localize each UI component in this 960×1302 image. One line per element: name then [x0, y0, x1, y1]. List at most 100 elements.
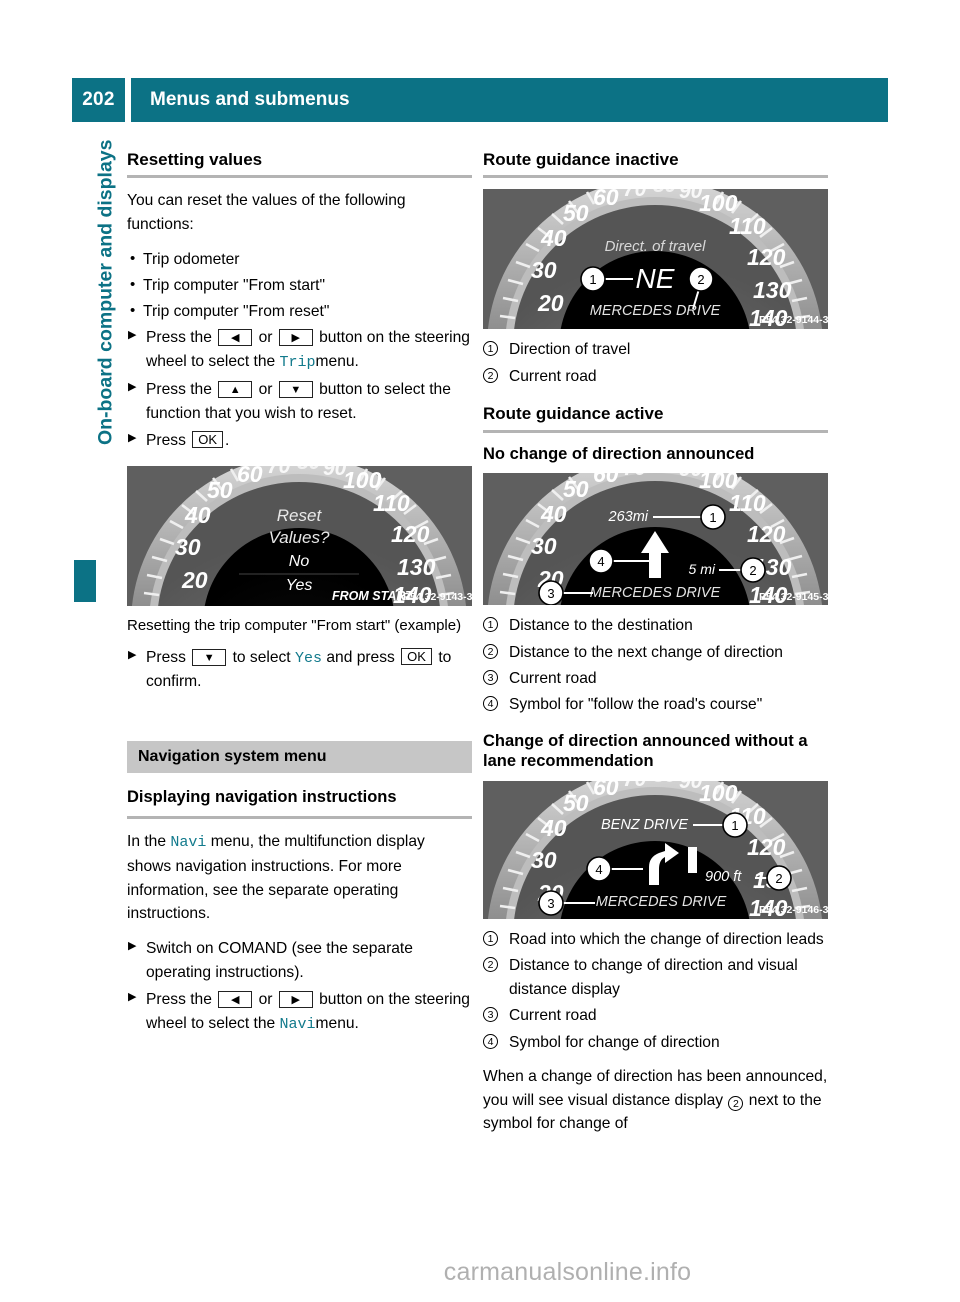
figure-callout-1: 1 — [589, 272, 596, 287]
svg-text:80: 80 — [653, 781, 677, 787]
step-text: . — [225, 431, 230, 449]
svg-text:30: 30 — [531, 257, 557, 283]
svg-text:50: 50 — [563, 476, 589, 502]
section-title-route-guidance-active: Route guidance active — [483, 404, 664, 424]
callout-number: 3 — [483, 1007, 498, 1023]
figure-heading-direction-of-travel: Direct. of travel — [605, 238, 707, 255]
step-text: or — [258, 329, 273, 347]
figure-option-no: No — [289, 553, 310, 570]
svg-text:130: 130 — [397, 554, 436, 580]
legend-item: 2 Current road — [483, 365, 828, 388]
svg-text:120: 120 — [747, 834, 786, 860]
svg-text:50: 50 — [563, 200, 589, 226]
left-column: Resetting values You can reset the value… — [127, 150, 472, 1040]
divider — [483, 175, 828, 179]
watermark-text: carmanualsonline.info — [443, 1258, 692, 1286]
list-item: Trip odometer — [127, 247, 472, 272]
step-text: menu. — [315, 353, 359, 371]
confirm-steps-list: Press ▼ to select Yes and press OK to co… — [127, 646, 472, 694]
step-select-navi-menu: Press the ◀ or ▶ button on the steering … — [127, 988, 472, 1036]
figure-distance: 900 ft — [705, 869, 742, 885]
legend-text: Current road — [509, 1007, 597, 1025]
step-text: Press the — [146, 991, 212, 1009]
figure-no-change-of-direction: 2030 4050 60 70 90 100110 120130 140 263… — [483, 473, 828, 606]
figure-road-into: BENZ DRIVE — [601, 817, 688, 833]
legend-item: 3 Current road — [483, 667, 828, 690]
divider — [127, 816, 472, 820]
svg-text:70: 70 — [267, 466, 291, 478]
legend-text: Distance to the next change of direction — [509, 643, 783, 661]
figure-ref-code: P54.32-9146-31 — [759, 904, 828, 916]
svg-text:60: 60 — [593, 189, 619, 210]
svg-text:20: 20 — [181, 567, 208, 593]
figure-current-road: MERCEDES DRIVE — [596, 894, 727, 910]
svg-text:110: 110 — [729, 490, 766, 516]
step-text: Press — [146, 649, 186, 667]
legend-item: 2 Distance to change of direction and vi… — [483, 954, 828, 1001]
callout-number: 2 — [483, 643, 498, 659]
figure-callout-1: 1 — [709, 510, 716, 525]
step-text: and press — [326, 649, 395, 667]
svg-text:110: 110 — [373, 490, 410, 516]
svg-text:60: 60 — [593, 473, 619, 487]
legend-item: 1 Road into which the change of directio… — [483, 928, 828, 951]
svg-text:80: 80 — [297, 466, 321, 474]
svg-text:40: 40 — [540, 225, 567, 251]
step-switch-on-comand: Switch on COMAND (see the separate opera… — [127, 937, 472, 985]
figure-route-guidance-inactive: 2030 4050 60 70 80 90 100110 120130 140 … — [483, 189, 828, 330]
section-title-resetting-values: Resetting values — [127, 150, 263, 169]
legend-text: Road into which the change of direction … — [509, 931, 824, 948]
figure-distance-next: 5 mi — [689, 561, 716, 577]
divider — [483, 429, 828, 433]
step-press-ok: Press OK. — [127, 429, 472, 453]
step-select-function: Press the ▲ or ▼ button to select the fu… — [127, 378, 472, 426]
subsection-title-no-change-of-direction: No change of direction announced — [483, 444, 755, 463]
callout-number: 4 — [483, 1033, 498, 1049]
svg-text:70: 70 — [623, 473, 647, 480]
svg-text:30: 30 — [531, 847, 557, 873]
menu-name-navi: Navi — [170, 834, 207, 852]
gray-section-header: Navigation system menu — [127, 740, 472, 773]
legend-route-guidance-inactive: 1 Direction of travel 2 Current road — [483, 338, 828, 388]
svg-text:20: 20 — [537, 290, 564, 316]
legend-item: 4 Symbol for "follow the road's course" — [483, 693, 828, 716]
svg-text:50: 50 — [563, 790, 589, 816]
svg-text:40: 40 — [184, 502, 211, 528]
legend-no-change-of-direction: 1 Distance to the destination 2 Distance… — [483, 614, 828, 717]
step-text: Press — [146, 431, 186, 449]
svg-text:50: 50 — [207, 477, 233, 503]
navigation-steps-list: Switch on COMAND (see the separate opera… — [127, 937, 472, 1037]
right-arrow-button-icon: ▶ — [278, 991, 313, 1009]
legend-text: Symbol for change of direction — [509, 1033, 720, 1051]
figure-callout-1: 1 — [731, 818, 738, 833]
down-arrow-button-icon: ▼ — [192, 649, 227, 667]
list-item: Trip computer "From start" — [127, 273, 472, 298]
legend-text: Distance to change of direction and visu… — [509, 957, 798, 998]
legend-item: 1 Direction of travel — [483, 338, 828, 361]
callout-number-inline: 2 — [728, 1095, 744, 1111]
page-number: 202 — [72, 78, 125, 122]
step-select-trip-menu: Press the ◀ or ▶ button on the steering … — [127, 326, 472, 374]
callout-number: 4 — [483, 696, 498, 712]
callout-number: 1 — [483, 931, 498, 946]
callout-number: 1 — [483, 617, 498, 633]
page-header: 202 Menus and submenus — [72, 78, 888, 122]
figure-ref-code: P54.32-9145-31 — [759, 591, 828, 603]
step-text: or — [258, 380, 273, 398]
svg-text:40: 40 — [540, 501, 567, 527]
svg-text:30: 30 — [175, 534, 201, 560]
step-select-yes: Press ▼ to select Yes and press OK to co… — [127, 646, 472, 694]
right-arrow-button-icon: ▶ — [278, 329, 313, 347]
callout-number: 1 — [483, 341, 498, 357]
svg-text:70: 70 — [623, 189, 647, 201]
legend-text: Symbol for "follow the road's course" — [509, 696, 763, 714]
ok-button-icon: OK — [401, 648, 432, 666]
option-yes: Yes — [294, 650, 322, 668]
chapter-tab-label: On-board computer and displays — [94, 139, 117, 446]
step-text: Press the — [146, 329, 212, 347]
divider — [127, 175, 472, 179]
legend-text: Current road — [509, 669, 597, 687]
subsection-title-change-of-direction: Change of direction announced without a … — [483, 731, 808, 771]
step-text: Press the — [146, 380, 212, 398]
svg-text:40: 40 — [540, 815, 567, 841]
